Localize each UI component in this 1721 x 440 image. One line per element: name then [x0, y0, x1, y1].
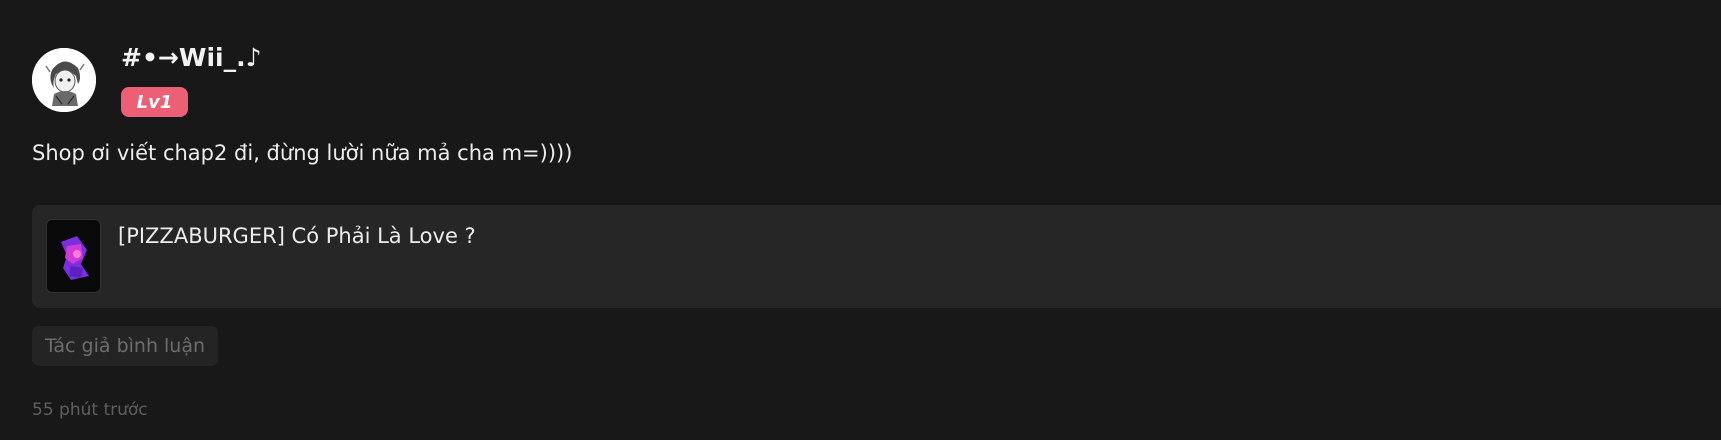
- level-badge: Lv1: [121, 87, 188, 117]
- cover-art-icon: [47, 220, 100, 292]
- story-title[interactable]: [PIZZABURGER] Có Phải Là Love ?: [118, 224, 476, 248]
- comment-item: #•→Wii_.♪ Lv1 Shop ơi viết chap2 đi, đừn…: [0, 0, 1721, 440]
- comment-text: Shop ơi viết chap2 đi, đừng lười nữa mả …: [32, 141, 573, 165]
- timestamp: 55 phút trước: [32, 400, 148, 420]
- story-link-card[interactable]: [PIZZABURGER] Có Phải Là Love ?: [32, 205, 1721, 308]
- story-thumbnail: [46, 219, 101, 293]
- avatar[interactable]: [32, 48, 96, 112]
- username[interactable]: #•→Wii_.♪: [121, 43, 262, 72]
- avatar-icon: [32, 48, 96, 112]
- author-comment-tag: Tác giả bình luận: [32, 326, 218, 366]
